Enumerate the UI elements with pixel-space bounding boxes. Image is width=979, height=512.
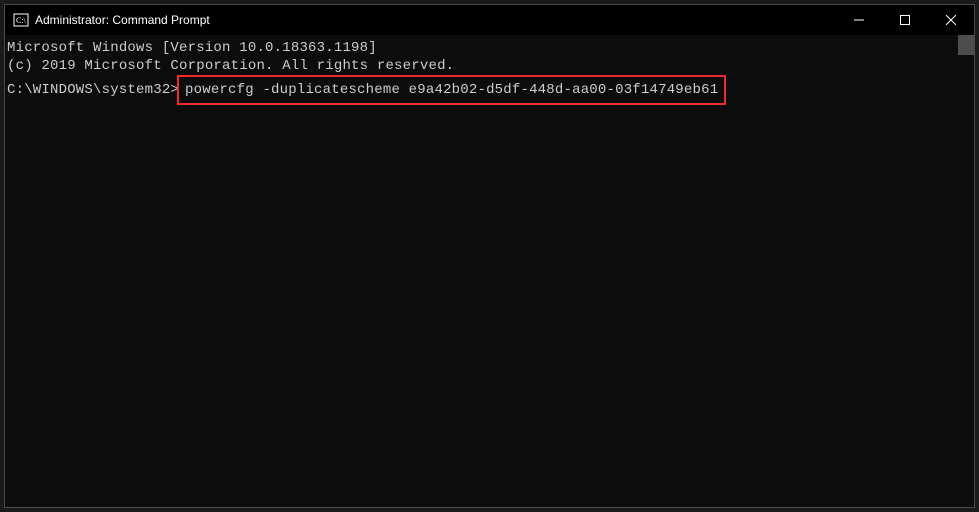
terminal-prompt-line: C:\WINDOWS\system32> powercfg -duplicates… [7, 75, 956, 105]
terminal-command: powercfg -duplicatescheme e9a42b02-d5df-… [185, 82, 718, 98]
svg-text:C:\: C:\ [16, 16, 27, 25]
terminal-body[interactable]: Microsoft Windows [Version 10.0.18363.11… [5, 35, 974, 507]
titlebar[interactable]: C:\ Administrator: Command Prompt [5, 5, 974, 35]
window-controls [836, 5, 974, 35]
maximize-button[interactable] [882, 5, 928, 35]
terminal-prompt: C:\WINDOWS\system32> [7, 81, 179, 99]
vertical-scrollbar[interactable] [958, 35, 974, 507]
terminal-output-line: (c) 2019 Microsoft Corporation. All righ… [7, 57, 956, 75]
scrollbar-thumb[interactable] [958, 35, 974, 55]
terminal-output-line: Microsoft Windows [Version 10.0.18363.11… [7, 39, 956, 57]
minimize-button[interactable] [836, 5, 882, 35]
command-highlight: powercfg -duplicatescheme e9a42b02-d5df-… [177, 75, 726, 105]
window-title: Administrator: Command Prompt [35, 13, 836, 27]
cmd-icon: C:\ [13, 12, 29, 28]
command-prompt-window: C:\ Administrator: Command Prompt [4, 4, 975, 508]
close-button[interactable] [928, 5, 974, 35]
